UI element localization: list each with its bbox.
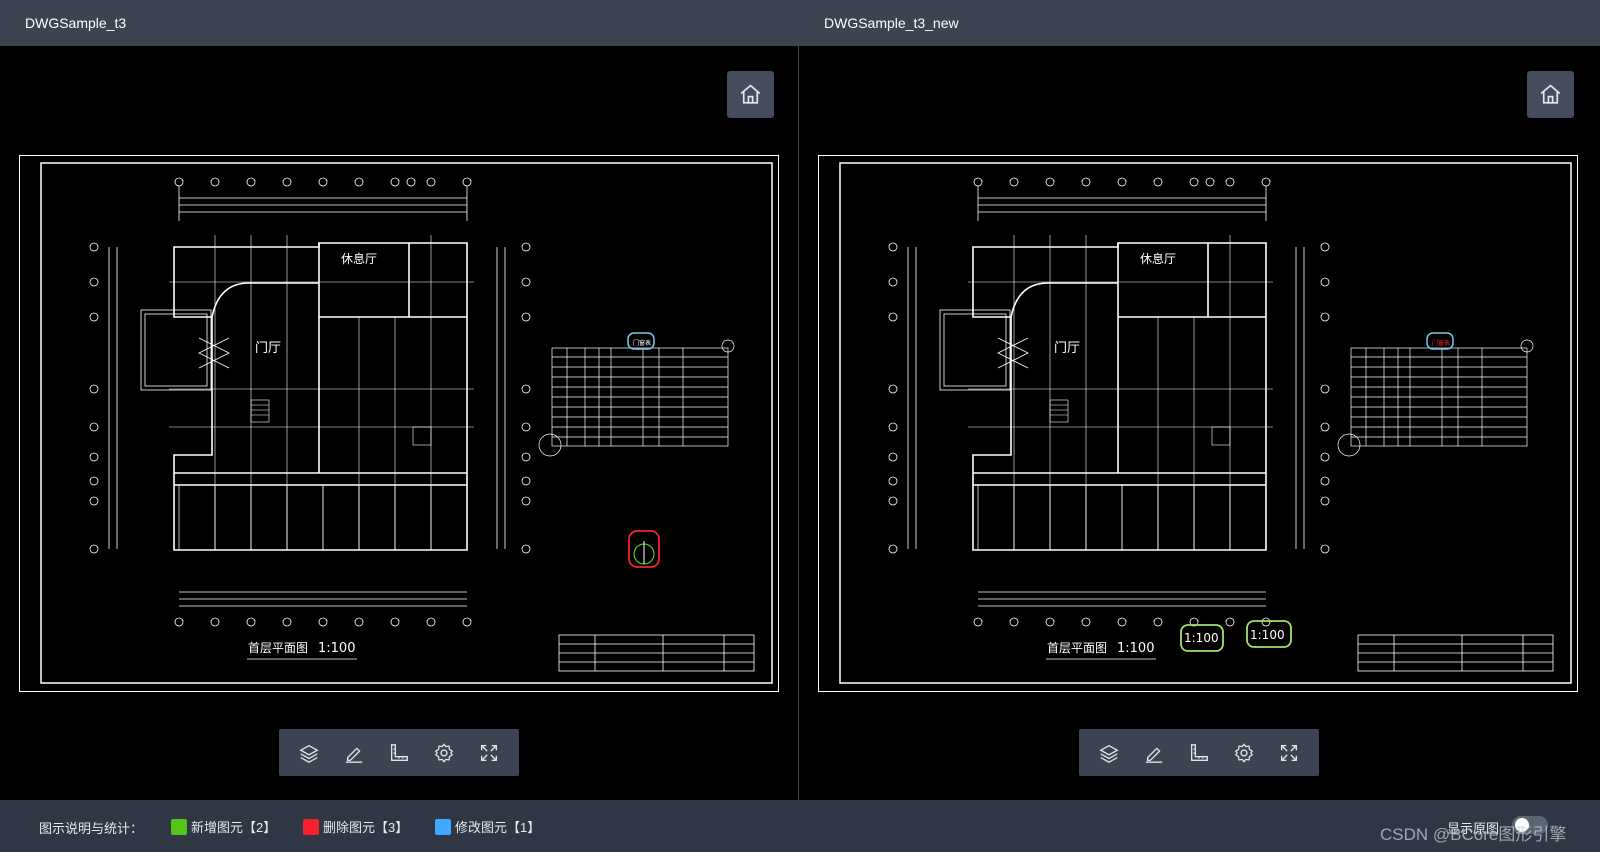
fullscreen-button[interactable]: [472, 736, 506, 770]
legend-deleted: 删除图元【3】: [303, 817, 408, 836]
right-viewer-pane: DWGSample_t3_new 休息厅 门厅 首层平面图 1:100 门窗表 …: [799, 0, 1600, 800]
layers-button[interactable]: [292, 736, 326, 770]
right-home-button[interactable]: [1527, 71, 1574, 118]
modified-swatch: [435, 818, 451, 835]
stairs: [250, 399, 432, 446]
door-table-title: 门窗表: [1432, 339, 1450, 347]
legend-added: 新增图元【2】: [171, 817, 276, 836]
left-pane-title: DWGSample_t3: [25, 15, 127, 31]
plan-scale: 1:100: [318, 641, 355, 656]
home-icon: [1540, 84, 1561, 104]
home-icon: [740, 84, 761, 104]
watermark: CSDN @BCore图形引擎: [1380, 825, 1567, 844]
legend-modified-label: 修改图元【1】: [455, 820, 541, 835]
measure-button[interactable]: [1182, 736, 1216, 770]
left-axis-markers: [89, 242, 118, 554]
pen-icon: [345, 746, 363, 763]
left-toolbar: [279, 729, 519, 776]
room-cells: [178, 484, 468, 551]
door-window-table: [538, 339, 735, 457]
added-scale-1: 1:100: [1184, 631, 1219, 645]
gear-icon: [1234, 742, 1253, 763]
right-pane-title: DWGSample_t3_new: [824, 15, 959, 31]
bottom-axis-markers: [174, 591, 472, 627]
building-walls: [173, 242, 468, 551]
right-axis-markers: [496, 242, 531, 554]
layers-icon: [299, 744, 320, 763]
legend-added-label: 新增图元【2】: [191, 820, 277, 835]
pen-icon: [1145, 746, 1163, 763]
ruler-icon: [1190, 743, 1208, 761]
plan-title: 首层平面图: [1047, 641, 1107, 655]
left-viewer-pane: DWGSample_t3 休息厅 门厅 首层平面图 1:100 门窗表: [0, 0, 798, 800]
added-swatch: [171, 818, 187, 835]
outer-frame: [19, 155, 779, 692]
lobby-label: 门厅: [1054, 341, 1080, 356]
layers-icon: [1099, 744, 1120, 763]
right-pane-header: DWGSample_t3_new: [799, 0, 1600, 46]
annotate-button[interactable]: [337, 736, 371, 770]
plan-title: 首层平面图: [248, 641, 308, 655]
left-pane-header: DWGSample_t3: [0, 0, 798, 46]
lobby-label: 门厅: [255, 341, 281, 356]
left-cad-drawing[interactable]: 休息厅 门厅 首层平面图 1:100 门窗表: [19, 155, 779, 692]
measure-button[interactable]: [382, 736, 416, 770]
legend-title: 图示说明与统计：: [39, 821, 144, 836]
fullscreen-button[interactable]: [1272, 736, 1306, 770]
right-cad-drawing[interactable]: 休息厅 门厅 首层平面图 1:100 门窗表 1:100 1:100: [818, 155, 1578, 692]
annotate-button[interactable]: [1137, 736, 1171, 770]
inner-frame: [40, 162, 773, 684]
added-scale-2: 1:100: [1250, 628, 1285, 642]
entrance-porch: [140, 309, 230, 391]
gear-icon: [434, 742, 453, 763]
deleted-swatch: [303, 818, 319, 835]
deleted-highlight: [628, 530, 660, 568]
settings-button[interactable]: [1227, 736, 1261, 770]
fullscreen-icon: [1280, 744, 1297, 761]
ruler-icon: [390, 743, 408, 761]
top-axis-markers: [174, 177, 472, 221]
legend-deleted-label: 删除图元【3】: [323, 820, 409, 835]
title-block: [558, 634, 755, 672]
settings-button[interactable]: [427, 736, 461, 770]
right-toolbar: [1079, 729, 1319, 776]
hall-label: 休息厅: [341, 251, 377, 266]
legend-bar: 图示说明与统计： 新增图元【2】 删除图元【3】 修改图元【1】 显示原图 CS…: [0, 800, 1600, 852]
left-home-button[interactable]: [727, 71, 774, 118]
hall-label: 休息厅: [1140, 251, 1176, 266]
layers-button[interactable]: [1092, 736, 1126, 770]
plan-scale: 1:100: [1117, 641, 1154, 656]
door-table-title: 门窗表: [633, 339, 651, 347]
fullscreen-icon: [480, 744, 497, 761]
legend-modified: 修改图元【1】: [435, 817, 540, 836]
